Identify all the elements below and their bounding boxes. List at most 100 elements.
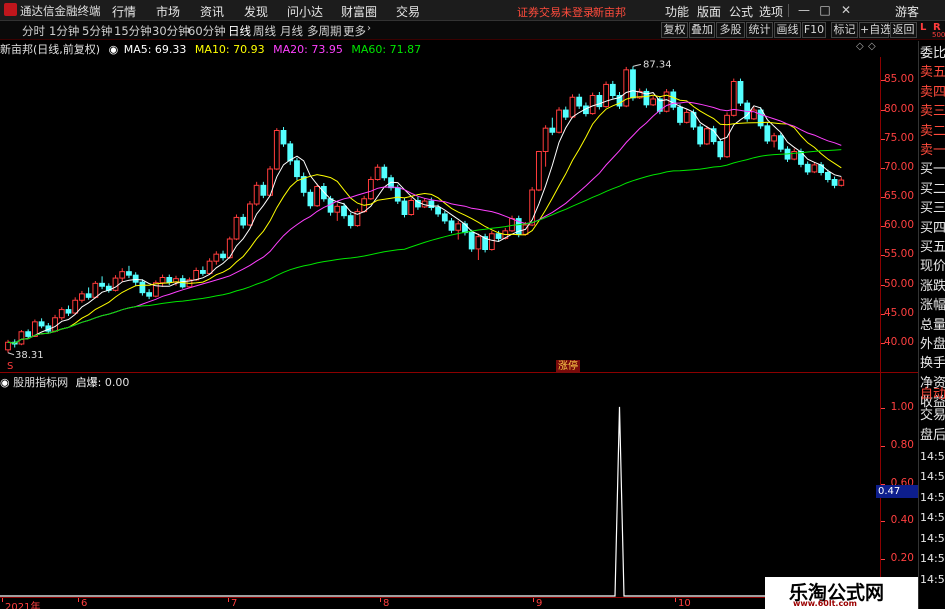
date-tick-label: 8 (383, 598, 390, 609)
f10-button[interactable]: F10 (802, 22, 826, 38)
candle-body-down (401, 200, 408, 215)
candle-body-down (495, 233, 502, 239)
candle-body-up (52, 317, 58, 332)
stats-button[interactable]: 统计 (746, 22, 773, 38)
tab-daily[interactable]: 日线 (228, 23, 251, 39)
candle-body-up (771, 135, 777, 142)
add-watchlist-button[interactable]: +自选 (859, 22, 891, 38)
collapse-diamond-icon[interactable]: ◇ (868, 41, 876, 52)
menu-layout[interactable]: 版面 (697, 3, 721, 20)
indicator-param-label: 启爆: (75, 376, 102, 389)
candle-body-down (126, 271, 132, 276)
menu-market[interactable]: 市场 (156, 3, 180, 20)
tab-monthly[interactable]: 月线 (280, 23, 303, 39)
tab-more[interactable]: 更多 (343, 23, 366, 39)
candle-body-up (603, 83, 609, 108)
mark-button[interactable]: 标记 (831, 22, 858, 38)
lr-badge[interactable]: L R 500 (918, 22, 945, 39)
limit-up-tag: 涨停 (556, 360, 580, 373)
candle-body-up (159, 277, 166, 284)
candle (273, 128, 280, 171)
low-pointer (7, 352, 15, 356)
overlay-button[interactable]: 叠加 (689, 22, 715, 38)
menu-discover[interactable]: 发现 (244, 3, 268, 20)
price-tick-label: 85.00 (883, 73, 914, 86)
side-label: 卖四 (920, 84, 945, 100)
main-chart-header: 新亩邦(日线,前复权) ◉ MA5: 69.33 MA10: 70.93 MA2… (0, 41, 880, 57)
date-tick-mark (78, 598, 79, 602)
candle (623, 66, 630, 108)
candle (697, 124, 704, 147)
menu-formula[interactable]: 公式 (729, 3, 753, 20)
tab-timeshare[interactable]: 分时 (22, 23, 45, 39)
side-bottom-label: 14:56 (920, 470, 945, 483)
ma-settings-icon[interactable]: ◉ (109, 43, 119, 56)
candle (105, 283, 112, 293)
side-bottom-label: 14:56 (920, 531, 945, 545)
tab-multi-period[interactable]: 多周期 (307, 23, 342, 39)
candle-body-down (435, 207, 441, 215)
candle (468, 229, 475, 252)
side-label: 委比 (920, 46, 945, 61)
candle-body-down (831, 179, 838, 186)
candle (72, 297, 79, 315)
back-button[interactable]: 返回 (890, 22, 917, 38)
close-icon[interactable]: ✕ (839, 3, 853, 17)
menu-news[interactable]: 资讯 (200, 3, 224, 20)
candle (401, 198, 408, 218)
candle (119, 268, 126, 282)
expand-diamond-icon[interactable]: ◇ (856, 41, 864, 52)
minimize-icon[interactable]: — (797, 3, 811, 17)
candle (751, 107, 757, 120)
candle-body-down (777, 135, 784, 150)
indicator-tick-label: 0.20 (890, 552, 914, 565)
candle (226, 236, 233, 259)
pane-divider[interactable] (0, 372, 918, 373)
candle-body-down (670, 91, 677, 108)
more-chevron-icon[interactable]: › (367, 23, 371, 34)
candle (52, 314, 58, 333)
candle (99, 276, 105, 290)
menu-ask[interactable]: 问小达 (287, 3, 323, 20)
side-label: 买四 (920, 220, 945, 236)
indicator-tick-mark (881, 559, 885, 561)
login-notice[interactable]: 证券交易未登录 (517, 4, 594, 20)
tab-weekly[interactable]: 周线 (253, 23, 276, 39)
chart-stock-title: 新亩邦(日线,前复权) (0, 43, 101, 56)
tab-1min[interactable]: 1分钟 (49, 23, 79, 39)
menu-functions[interactable]: 功能 (665, 3, 689, 20)
candle-body-down (260, 184, 267, 196)
menu-quotes[interactable]: 行情 (112, 3, 136, 20)
menu-options[interactable]: 选项 (759, 3, 783, 20)
candle-body-down (764, 125, 771, 142)
multi-stock-button[interactable]: 多股 (716, 22, 745, 38)
date-tick-mark (533, 598, 534, 602)
guest-login[interactable]: 游客 (895, 3, 919, 20)
menu-wealth[interactable]: 财富圈 (341, 3, 377, 20)
menu-trade[interactable]: 交易 (396, 3, 420, 20)
sub-settings-icon[interactable]: ◉ (0, 376, 10, 389)
side-label: 卖三 (920, 104, 945, 120)
maximize-icon[interactable]: □ (818, 3, 832, 17)
candle-body-down (307, 191, 314, 207)
tab-15min[interactable]: 15分钟 (114, 23, 152, 39)
date-tick-label: 10 (678, 598, 691, 609)
draw-line-button[interactable]: 画线 (774, 22, 801, 38)
candlestick-chart[interactable]: 87.34 38.31 (0, 57, 880, 372)
adjust-button[interactable]: 复权 (661, 22, 688, 38)
tab-5min[interactable]: 5分钟 (82, 23, 112, 39)
tab-60min[interactable]: 60分钟 (188, 23, 226, 39)
price-tick-mark (881, 255, 885, 257)
low-price-label: 38.31 (15, 350, 44, 361)
tab-30min[interactable]: 30分钟 (152, 23, 190, 39)
candle (213, 251, 220, 265)
candle (247, 201, 253, 227)
badge-num: 500 (932, 31, 945, 39)
candle-body-down (280, 130, 287, 145)
indicator-name[interactable]: 股朋指标网 (13, 376, 68, 389)
candle (280, 127, 287, 147)
price-tick-label: 55.00 (883, 248, 914, 261)
indicator-chart[interactable] (0, 389, 880, 597)
candle (643, 88, 650, 108)
current-stock-label[interactable]: 新亩邦 (593, 4, 626, 20)
